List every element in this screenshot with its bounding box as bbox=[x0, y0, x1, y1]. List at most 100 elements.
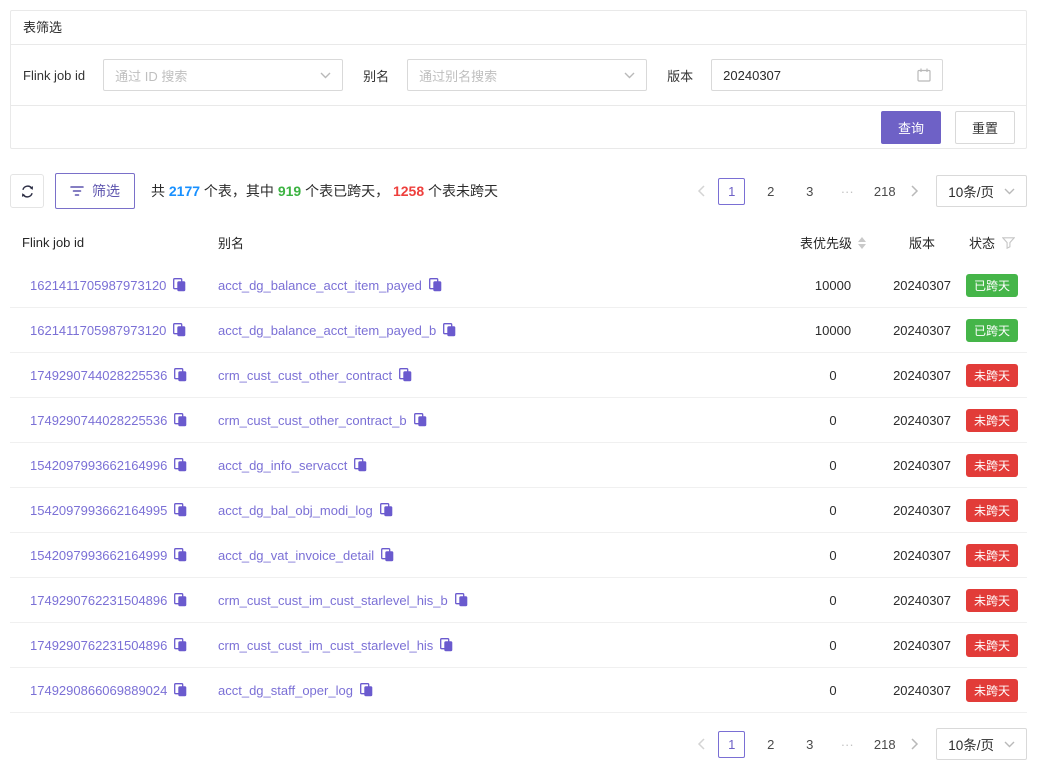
stats-mid2: 个表已跨天， bbox=[301, 183, 393, 199]
version-date-input[interactable] bbox=[723, 68, 883, 83]
version-cell: 20240307 bbox=[887, 548, 957, 563]
priority-cell: 0 bbox=[779, 413, 887, 428]
job-id-link[interactable]: 1542097993662164995 bbox=[30, 503, 187, 518]
version-cell: 20240307 bbox=[887, 368, 957, 383]
status-badge: 未跨天 bbox=[966, 454, 1018, 477]
page-button-2[interactable]: 2 bbox=[757, 178, 784, 205]
job-id-link[interactable]: 1542097993662164999 bbox=[30, 548, 187, 563]
alias-link[interactable]: acct_dg_staff_oper_log bbox=[218, 683, 373, 698]
page-button-last[interactable]: 218 bbox=[871, 731, 898, 758]
prev-page-button[interactable] bbox=[690, 731, 712, 758]
pagination-top: 1 2 3 ··· 218 10条/页 bbox=[690, 175, 1027, 207]
table-row: 1749290744028225536 crm_cust_cust_other_… bbox=[10, 398, 1027, 443]
job-id-placeholder: 通过 ID 搜索 bbox=[115, 66, 187, 85]
sort-icon[interactable] bbox=[858, 237, 866, 249]
prev-page-button[interactable] bbox=[690, 178, 712, 205]
page-button-2[interactable]: 2 bbox=[757, 731, 784, 758]
copy-icon[interactable] bbox=[455, 593, 468, 607]
copy-icon[interactable] bbox=[174, 503, 187, 517]
stats-uncrossed-count: 1258 bbox=[393, 183, 424, 199]
next-page-button[interactable] bbox=[904, 731, 926, 758]
version-cell: 20240307 bbox=[887, 413, 957, 428]
copy-icon[interactable] bbox=[174, 458, 187, 472]
table-row: 1542097993662164999 acct_dg_vat_invoice_… bbox=[10, 533, 1027, 578]
refresh-button[interactable] bbox=[10, 174, 44, 208]
alias-link[interactable]: acct_dg_bal_obj_modi_log bbox=[218, 503, 393, 518]
alias-link[interactable]: acct_dg_balance_acct_item_payed bbox=[218, 278, 442, 293]
page-ellipsis[interactable]: ··· bbox=[835, 184, 859, 199]
alias-link[interactable]: crm_cust_cust_im_cust_starlevel_his bbox=[218, 638, 453, 653]
job-id-link[interactable]: 1749290866069889024 bbox=[30, 683, 187, 698]
alias-link[interactable]: acct_dg_info_servacct bbox=[218, 458, 367, 473]
job-id-link[interactable]: 1542097993662164996 bbox=[30, 458, 187, 473]
page: 表筛选 Flink job id 通过 ID 搜索 别名 通过别名搜索 版本 bbox=[0, 0, 1037, 770]
copy-icon[interactable] bbox=[429, 278, 442, 292]
reset-button[interactable]: 重置 bbox=[955, 111, 1015, 144]
priority-cell: 0 bbox=[779, 593, 887, 608]
alias-link[interactable]: crm_cust_cust_other_contract bbox=[218, 368, 412, 383]
version-date-picker[interactable] bbox=[711, 59, 943, 91]
job-id-link[interactable]: 1749290762231504896 bbox=[30, 638, 187, 653]
status-badge: 未跨天 bbox=[966, 499, 1018, 522]
page-button-3[interactable]: 3 bbox=[796, 731, 823, 758]
table-row: 1621411705987973120 acct_dg_balance_acct… bbox=[10, 308, 1027, 353]
copy-icon[interactable] bbox=[173, 323, 186, 337]
table-row: 1749290744028225536 crm_cust_cust_other_… bbox=[10, 353, 1027, 398]
header-status: 状态 bbox=[957, 233, 1027, 252]
filter-toggle-button[interactable]: 筛选 bbox=[55, 173, 135, 209]
copy-icon[interactable] bbox=[354, 458, 367, 472]
page-ellipsis[interactable]: ··· bbox=[835, 737, 859, 752]
table-header-row: Flink job id 别名 表优先级 版本 状态 bbox=[10, 222, 1027, 263]
copy-icon[interactable] bbox=[414, 413, 427, 427]
status-badge: 未跨天 bbox=[966, 589, 1018, 612]
job-id-select[interactable]: 通过 ID 搜索 bbox=[103, 59, 343, 91]
copy-icon[interactable] bbox=[174, 548, 187, 562]
job-id-link[interactable]: 1621411705987973120 bbox=[30, 323, 186, 338]
page-button-1[interactable]: 1 bbox=[718, 731, 745, 758]
job-id-link[interactable]: 1621411705987973120 bbox=[30, 278, 186, 293]
filter-funnel-icon[interactable] bbox=[1002, 237, 1015, 249]
alias-link[interactable]: crm_cust_cust_other_contract_b bbox=[218, 413, 427, 428]
version-label: 版本 bbox=[667, 66, 693, 85]
calendar-icon bbox=[917, 68, 931, 82]
copy-icon[interactable] bbox=[443, 323, 456, 337]
status-badge: 未跨天 bbox=[966, 544, 1018, 567]
copy-icon[interactable] bbox=[173, 278, 186, 292]
copy-icon[interactable] bbox=[399, 368, 412, 382]
copy-icon[interactable] bbox=[174, 638, 187, 652]
page-button-3[interactable]: 3 bbox=[796, 178, 823, 205]
alias-label: 别名 bbox=[363, 66, 389, 85]
pagination-bottom: 1 2 3 ··· 218 10条/页 bbox=[690, 728, 1027, 760]
page-size-value: 10条/页 bbox=[948, 734, 994, 754]
alias-link[interactable]: acct_dg_vat_invoice_detail bbox=[218, 548, 394, 563]
chevron-down-icon bbox=[624, 72, 635, 79]
next-page-button[interactable] bbox=[904, 178, 926, 205]
job-id-link[interactable]: 1749290744028225536 bbox=[30, 368, 187, 383]
job-id-link[interactable]: 1749290744028225536 bbox=[30, 413, 187, 428]
page-button-1[interactable]: 1 bbox=[718, 178, 745, 205]
alias-link[interactable]: acct_dg_balance_acct_item_payed_b bbox=[218, 323, 456, 338]
copy-icon[interactable] bbox=[174, 368, 187, 382]
pagination-bottom-wrapper: 1 2 3 ··· 218 10条/页 bbox=[10, 728, 1027, 760]
copy-icon[interactable] bbox=[381, 548, 394, 562]
filter-lines-icon bbox=[70, 185, 84, 197]
copy-icon[interactable] bbox=[440, 638, 453, 652]
table-row: 1749290762231504896 crm_cust_cust_im_cus… bbox=[10, 578, 1027, 623]
alias-link[interactable]: crm_cust_cust_im_cust_starlevel_his_b bbox=[218, 593, 468, 608]
status-badge: 未跨天 bbox=[966, 409, 1018, 432]
status-badge: 已跨天 bbox=[966, 274, 1018, 297]
copy-icon[interactable] bbox=[380, 503, 393, 517]
priority-cell: 10000 bbox=[779, 278, 887, 293]
priority-cell: 10000 bbox=[779, 323, 887, 338]
page-size-select[interactable]: 10条/页 bbox=[936, 175, 1027, 207]
copy-icon[interactable] bbox=[174, 593, 187, 607]
page-size-select[interactable]: 10条/页 bbox=[936, 728, 1027, 760]
page-button-last[interactable]: 218 bbox=[871, 178, 898, 205]
job-id-link[interactable]: 1749290762231504896 bbox=[30, 593, 187, 608]
query-button[interactable]: 查询 bbox=[881, 111, 941, 144]
copy-icon[interactable] bbox=[174, 413, 187, 427]
version-cell: 20240307 bbox=[887, 323, 957, 338]
alias-select[interactable]: 通过别名搜索 bbox=[407, 59, 647, 91]
copy-icon[interactable] bbox=[174, 683, 187, 697]
copy-icon[interactable] bbox=[360, 683, 373, 697]
